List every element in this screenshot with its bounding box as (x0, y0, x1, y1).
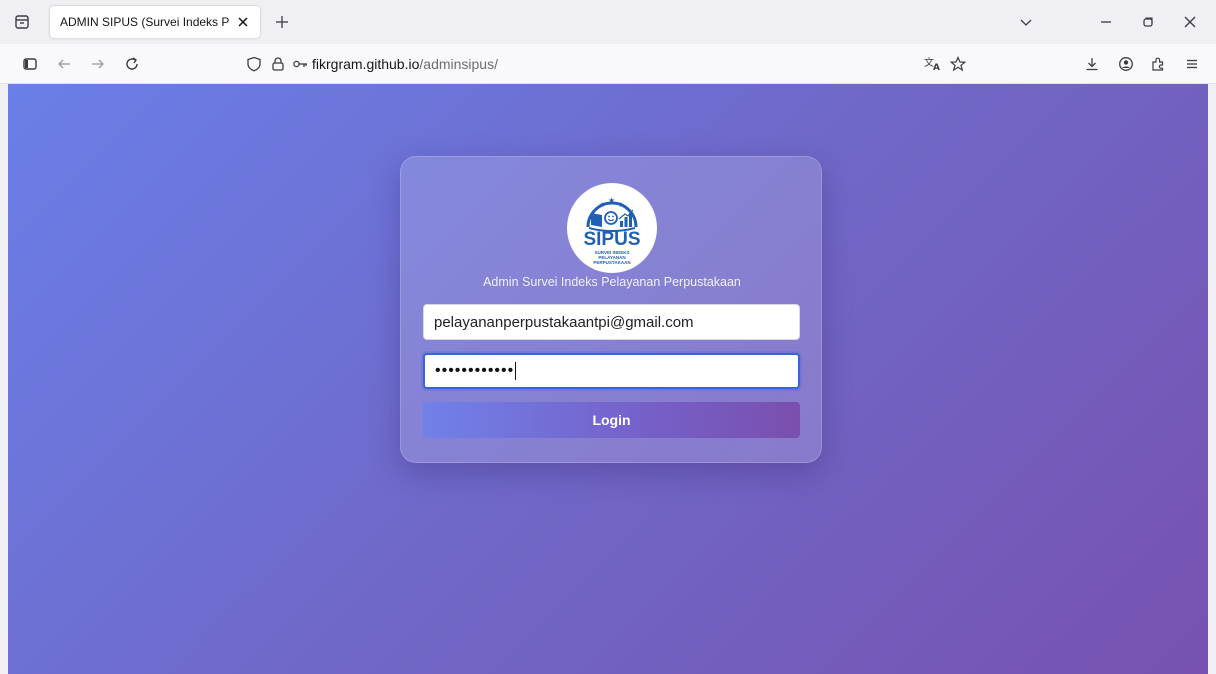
url-path: /adminsipus/ (419, 56, 498, 72)
minimize-icon[interactable] (1094, 10, 1118, 34)
close-icon[interactable] (234, 13, 252, 31)
download-icon[interactable] (1080, 52, 1104, 76)
translate-icon[interactable]: 文A (924, 56, 942, 72)
hamburger-menu-icon[interactable] (1180, 52, 1204, 76)
account-icon[interactable] (1114, 52, 1138, 76)
restore-icon[interactable] (1136, 10, 1160, 34)
email-value: pelayananperpustakaantpi@gmail.com (434, 313, 694, 331)
svg-text:★: ★ (618, 201, 624, 209)
extensions-icon[interactable] (1146, 52, 1170, 76)
star-icon[interactable] (950, 56, 966, 72)
sidebar-icon[interactable] (18, 52, 42, 76)
email-field[interactable]: pelayananperpustakaantpi@gmail.com (423, 304, 800, 340)
login-card: ★ ★ ★ SIPUS SURVEI INDEKS PELAYANAN PERP… (400, 156, 822, 463)
key-icon[interactable] (292, 56, 308, 72)
svg-text:A: A (933, 63, 940, 72)
login-button[interactable]: Login (423, 402, 800, 438)
reload-icon[interactable] (120, 52, 144, 76)
chevron-down-icon[interactable] (1014, 10, 1038, 34)
logo-text: SIPUS (583, 229, 641, 250)
svg-text:★: ★ (608, 196, 615, 205)
window-close-icon[interactable] (1178, 10, 1202, 34)
sipus-logo: ★ ★ ★ SIPUS SURVEI INDEKS PELAYANAN PERP… (567, 183, 657, 273)
logo-tagline-line: PERPUSTAKAAN (593, 260, 631, 266)
active-tab[interactable]: ADMIN SIPUS (Survei Indeks Pelayanan Per… (50, 6, 260, 38)
logo-tagline: SURVEI INDEKS PELAYANAN PERPUSTAKAAN (567, 250, 657, 266)
url-domain: fikrgram.github.io (312, 56, 420, 72)
plus-icon[interactable] (270, 10, 294, 34)
address-bar[interactable]: fikrgram.github.io/adminsipus/ 文A (236, 49, 988, 79)
tab-title: ADMIN SIPUS (Survei Indeks Pelayanan Per… (60, 15, 230, 29)
forward-arrow-icon[interactable] (86, 52, 110, 76)
navigation-toolbar: fikrgram.github.io/adminsipus/ 文A (0, 44, 1216, 84)
text-caret (515, 362, 517, 380)
url-text[interactable]: fikrgram.github.io/adminsipus/ (312, 56, 498, 72)
password-field[interactable]: •••••••••••• (423, 353, 800, 389)
password-value: •••••••••••• (435, 362, 515, 379)
tab-list-icon[interactable] (10, 10, 34, 34)
svg-text:★: ★ (599, 201, 605, 209)
back-arrow-icon[interactable] (52, 52, 76, 76)
login-subtitle: Admin Survei Indeks Pelayanan Perpustaka… (483, 275, 741, 289)
page-viewport: ★ ★ ★ SIPUS SURVEI INDEKS PELAYANAN PERP… (8, 84, 1208, 674)
lock-icon[interactable] (270, 56, 286, 72)
tab-strip: ADMIN SIPUS (Survei Indeks Pelayanan Per… (0, 0, 1216, 44)
shield-icon[interactable] (246, 56, 262, 72)
